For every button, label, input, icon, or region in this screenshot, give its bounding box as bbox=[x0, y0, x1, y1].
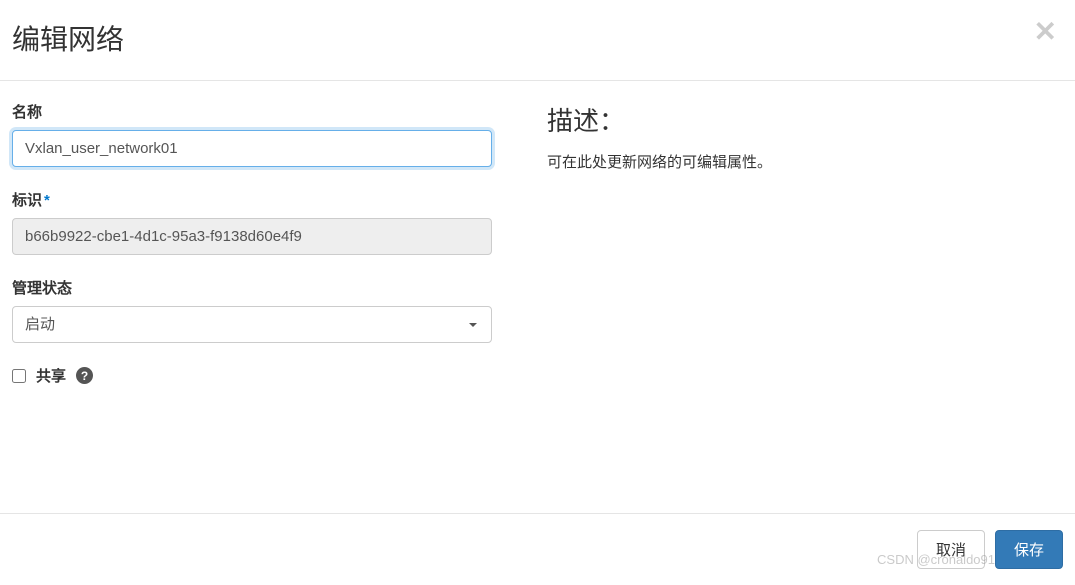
modal-body: 名称 标识* 管理状态 启动 共享 ? 描述： 可在此处更新网络的可编辑属性。 bbox=[0, 81, 1075, 416]
modal-footer: 取消 保存 bbox=[0, 513, 1075, 585]
id-label: 标识* bbox=[12, 189, 492, 210]
help-icon[interactable]: ? bbox=[76, 367, 93, 384]
name-label: 名称 bbox=[12, 101, 492, 122]
admin-state-label: 管理状态 bbox=[12, 277, 492, 298]
cancel-button[interactable]: 取消 bbox=[917, 530, 985, 569]
modal-title: 编辑网络 bbox=[12, 18, 124, 58]
form-column: 名称 标识* 管理状态 启动 共享 ? bbox=[12, 101, 512, 386]
save-button[interactable]: 保存 bbox=[995, 530, 1063, 569]
share-label: 共享 bbox=[36, 365, 66, 386]
name-group: 名称 bbox=[12, 101, 492, 167]
close-icon[interactable]: ✕ bbox=[1028, 18, 1063, 46]
required-asterisk-icon: * bbox=[44, 192, 50, 209]
modal-header: 编辑网络 ✕ bbox=[0, 0, 1075, 81]
admin-state-group: 管理状态 启动 bbox=[12, 277, 492, 343]
share-group: 共享 ? bbox=[12, 365, 492, 386]
description-column: 描述： 可在此处更新网络的可编辑属性。 bbox=[512, 101, 1063, 386]
id-label-text: 标识 bbox=[12, 192, 42, 209]
description-title: 描述： bbox=[547, 101, 1063, 138]
name-input[interactable] bbox=[12, 130, 492, 167]
id-group: 标识* bbox=[12, 189, 492, 255]
description-text: 可在此处更新网络的可编辑属性。 bbox=[547, 152, 1063, 175]
id-input bbox=[12, 218, 492, 255]
share-checkbox[interactable] bbox=[12, 369, 26, 383]
admin-state-select[interactable]: 启动 bbox=[12, 306, 492, 343]
